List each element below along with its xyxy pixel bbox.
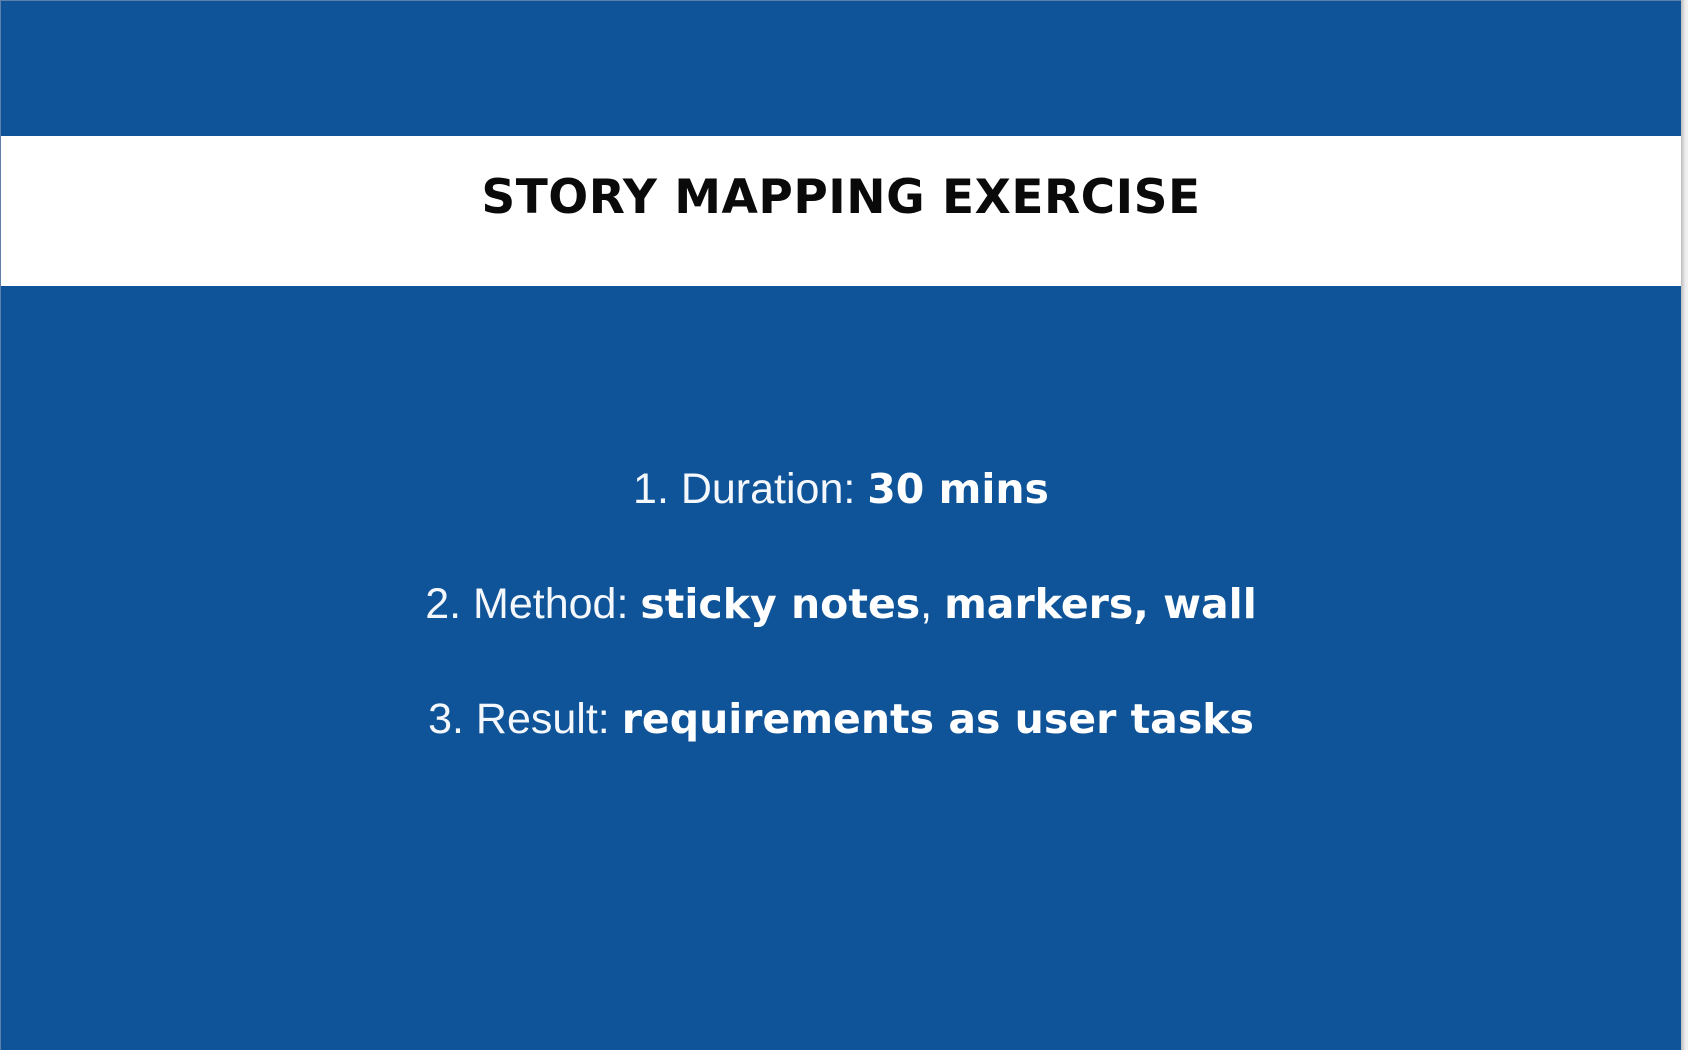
list-item-result: 3. Result: requirements as user tasks	[1, 686, 1681, 801]
exercise-list: 1. Duration: 30 mins 2. Method: sticky n…	[1, 456, 1681, 801]
duration-label: 1. Duration:	[633, 465, 868, 513]
title-band: STORY MAPPING EXERCISE	[1, 136, 1681, 286]
list-item-method: 2. Method: sticky notes, markers, wall	[1, 571, 1681, 686]
list-item-duration: 1. Duration: 30 mins	[1, 456, 1681, 571]
method-separator: ,	[920, 580, 945, 628]
method-value-markers-wall: markers, wall	[944, 580, 1257, 628]
result-value: requirements as user tasks	[621, 695, 1254, 743]
duration-value: 30 mins	[867, 465, 1049, 513]
slide: STORY MAPPING EXERCISE 1. Duration: 30 m…	[0, 0, 1681, 1050]
result-label: 3. Result:	[428, 695, 622, 743]
method-label: 2. Method:	[425, 580, 641, 628]
method-value-sticky-notes: sticky notes	[640, 580, 921, 628]
slide-title: STORY MAPPING EXERCISE	[481, 169, 1201, 225]
viewer-edge	[1681, 0, 1688, 1050]
